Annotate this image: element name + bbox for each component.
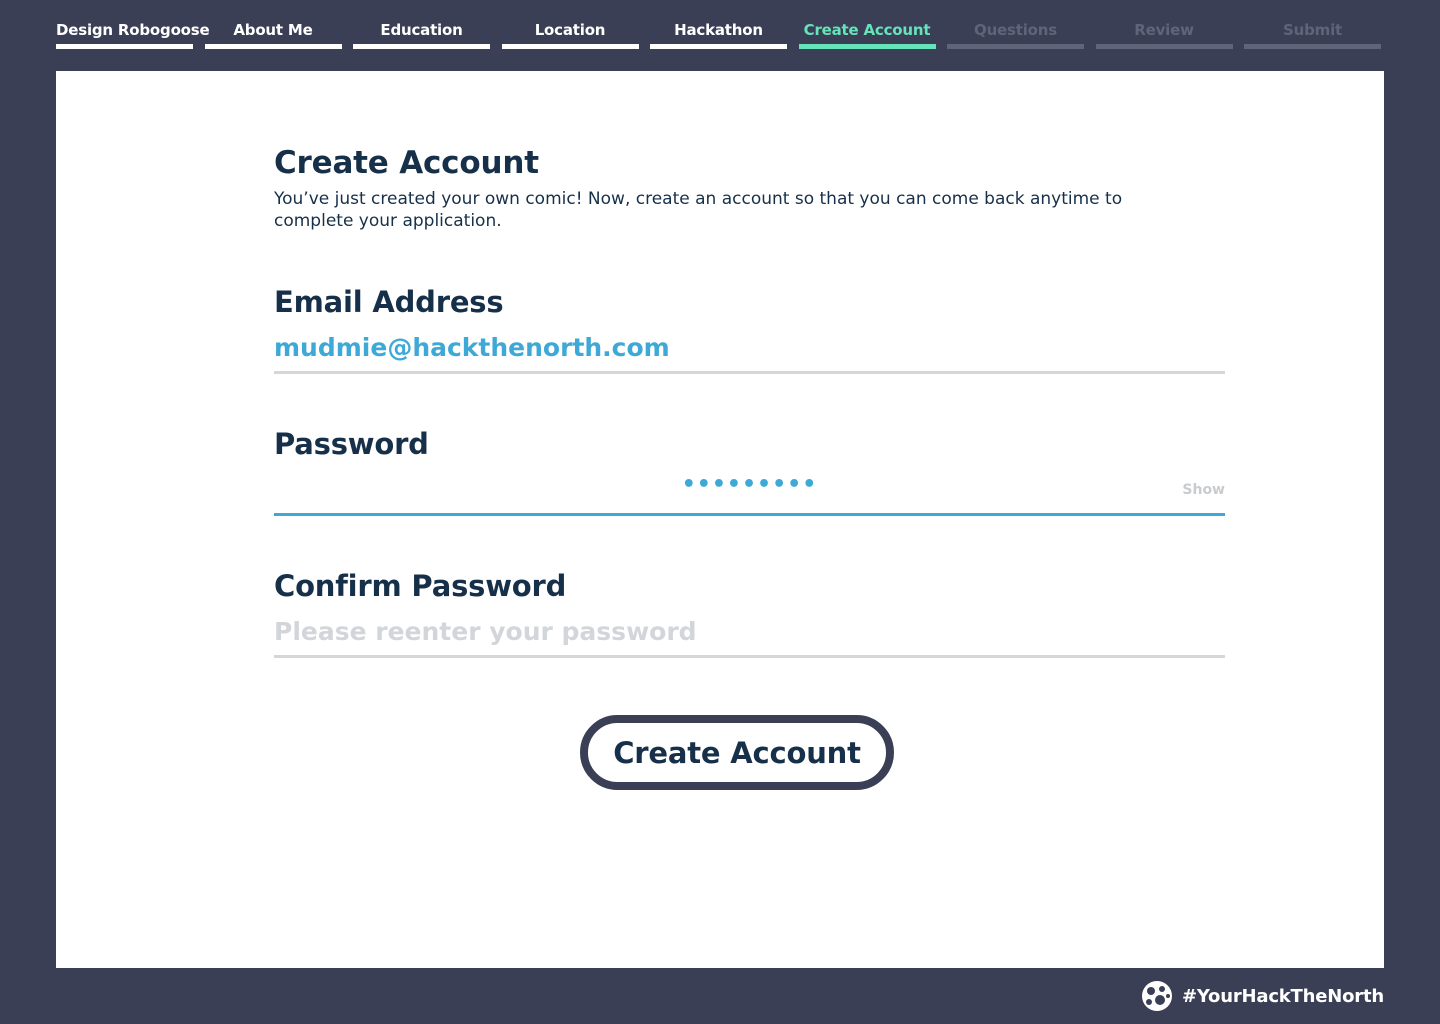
create-account-button[interactable]: Create Account [580, 715, 894, 790]
step-progress-bar [501, 44, 639, 49]
step-progress-bar [1244, 44, 1381, 49]
hashtag-text: #YourHackTheNorth [1181, 985, 1384, 1007]
step-progress-bar [1095, 44, 1233, 49]
step-progress-bar [353, 44, 490, 49]
step-submit[interactable]: Submit [1244, 0, 1381, 50]
step-label: About Me [233, 21, 313, 39]
confirm-password-input[interactable] [274, 608, 1225, 658]
step-questions[interactable]: Questions [947, 0, 1084, 50]
confirm-password-label: Confirm Password [274, 569, 567, 603]
step-hackathon[interactable]: Hackathon [650, 0, 787, 50]
step-progress-bar [650, 44, 787, 49]
step-progress-bar [56, 44, 193, 49]
step-label: Design Robogoose [56, 21, 210, 39]
step-review[interactable]: Review [1095, 0, 1233, 50]
email-input[interactable] [274, 324, 1225, 374]
step-progress-bar [947, 44, 1084, 49]
page-title: Create Account [274, 145, 539, 181]
step-about-me[interactable]: About Me [204, 0, 342, 50]
email-label: Email Address [274, 285, 504, 319]
step-label: Location [534, 21, 606, 39]
step-label: Education [380, 21, 463, 39]
hack-the-north-logo-icon [1141, 981, 1172, 1011]
step-location[interactable]: Location [501, 0, 639, 50]
step-label: Review [1134, 21, 1194, 39]
step-education[interactable]: Education [353, 0, 490, 50]
step-design-robogoose[interactable]: Design Robogoose [56, 0, 210, 50]
step-create-account[interactable]: Create Account [798, 0, 936, 50]
step-label: Questions [974, 21, 1057, 39]
step-label: Submit [1283, 21, 1342, 39]
step-progress-bar [204, 44, 342, 49]
footer: #YourHackTheNorth [1140, 978, 1384, 1014]
form-card: Create Account You’ve just created your … [56, 71, 1384, 968]
page-subtitle: You’ve just created your own comic! Now,… [274, 189, 1123, 231]
step-label: Create Account [803, 21, 931, 39]
step-progress-bar [798, 44, 936, 49]
password-masked-value: ••••••••• [681, 472, 818, 497]
password-input[interactable]: ••••••••• Show [274, 466, 1225, 516]
show-password-toggle[interactable]: Show [1182, 482, 1225, 498]
step-navigation: Design Robogoose About Me Education Loca… [56, 0, 1384, 56]
step-label: Hackathon [674, 21, 763, 39]
password-label: Password [274, 427, 429, 461]
